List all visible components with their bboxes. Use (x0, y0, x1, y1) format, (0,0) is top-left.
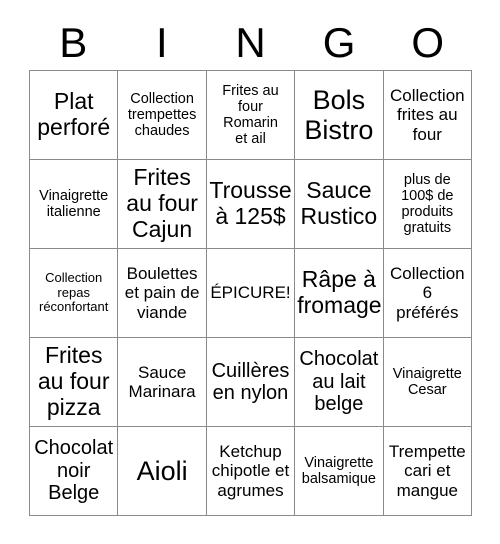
bingo-cell-text: Collection frites au four (389, 86, 465, 144)
bingo-cell-b4[interactable]: Frites au four pizza (30, 338, 119, 427)
bingo-cell-b5[interactable]: Chocolat noir Belge (30, 427, 119, 516)
bingo-cell-g1[interactable]: Bols Bistro (295, 71, 384, 160)
header-letter-b: B (59, 19, 88, 66)
bingo-cell-text: Cuillères en nylon (211, 359, 290, 404)
bingo-cell-text: Vinaigrette italienne (39, 187, 109, 220)
bingo-cell-text: Sauce Marinara (128, 362, 196, 401)
bingo-grid: Plat perforé Collection trempettes chaud… (29, 70, 472, 516)
bingo-cell-text: Chocolat au lait belge (299, 348, 379, 416)
bingo-cell-n5[interactable]: Ketchup chipotle et agrumes (206, 427, 296, 516)
bingo-cell-b1[interactable]: Plat perforé (30, 71, 119, 160)
bingo-cell-b3[interactable]: Collection repas réconfortant (30, 249, 119, 338)
bingo-cell-i5[interactable]: Aioli (118, 427, 207, 516)
bingo-cell-text: Trousse à 125$ (209, 177, 292, 229)
bingo-cell-g5[interactable]: Vinaigrette balsamique (295, 427, 384, 516)
header-letter-i: I (156, 19, 168, 66)
bingo-cell-i1[interactable]: Collection trempettes chaudes (118, 71, 207, 160)
bingo-cell-n1[interactable]: Frites au four Romarin et ail (206, 71, 296, 160)
bingo-cell-o5[interactable]: Trempette cari et mangue (383, 427, 472, 516)
bingo-cell-b2[interactable]: Vinaigrette italienne (30, 160, 119, 249)
bingo-cell-text: ÉPICURE! (210, 283, 291, 303)
bingo-cell-text: Sauce Rustico (300, 177, 378, 229)
bingo-cell-o1[interactable]: Collection frites au four (383, 71, 472, 160)
bingo-cell-i3[interactable]: Boulettes et pain de viande (118, 249, 207, 338)
bingo-cell-text: Râpe à fromage (297, 266, 382, 318)
bingo-cell-o2[interactable]: plus de 100$ de produits gratuits (383, 160, 472, 249)
bingo-cell-text: Aioli (136, 455, 188, 486)
bingo-card: B I N G O Plat perforé Collection trempe… (0, 0, 500, 544)
bingo-cell-text: Frites au four pizza (37, 342, 110, 420)
bingo-cell-i4[interactable]: Sauce Marinara (118, 338, 207, 427)
bingo-cell-o4[interactable]: Vinaigrette Cesar (383, 338, 472, 427)
bingo-cell-text: Ketchup chipotle et agrumes (211, 442, 290, 500)
bingo-cell-text: Collection repas réconfortant (39, 270, 109, 315)
bingo-cell-text: plus de 100$ de produits gratuits (401, 171, 454, 237)
bingo-cell-text: Vinaigrette Cesar (392, 365, 462, 398)
bingo-cell-text: Collection 6 préférés (389, 264, 465, 322)
bingo-header: B I N G O (29, 18, 472, 68)
bingo-cell-text: Trempette cari et mangue (388, 442, 466, 500)
header-letter-g: G (322, 19, 356, 66)
bingo-cell-text: Collection trempettes chaudes (127, 90, 197, 140)
header-letter-o: O (411, 19, 444, 66)
bingo-cell-text: Frites au four Romarin et ail (222, 82, 279, 148)
bingo-cell-n3-free[interactable]: ÉPICURE! (206, 249, 296, 338)
bingo-cell-o3[interactable]: Collection 6 préférés (383, 249, 472, 338)
bingo-cell-g2[interactable]: Sauce Rustico (295, 160, 384, 249)
bingo-cell-text: Frites au four Cajun (126, 164, 198, 242)
bingo-cell-n4[interactable]: Cuillères en nylon (206, 338, 296, 427)
bingo-cell-g3[interactable]: Râpe à fromage (295, 249, 384, 338)
bingo-cell-text: Plat perforé (37, 88, 111, 140)
bingo-cell-text: Chocolat noir Belge (34, 437, 114, 505)
bingo-cell-text: Boulettes et pain de viande (124, 264, 200, 322)
bingo-cell-i2[interactable]: Frites au four Cajun (118, 160, 207, 249)
bingo-cell-text: Bols Bistro (304, 84, 374, 145)
bingo-cell-text: Vinaigrette balsamique (301, 454, 376, 487)
header-letter-n: N (235, 19, 266, 66)
bingo-cell-g4[interactable]: Chocolat au lait belge (295, 338, 384, 427)
bingo-cell-n2[interactable]: Trousse à 125$ (206, 160, 296, 249)
